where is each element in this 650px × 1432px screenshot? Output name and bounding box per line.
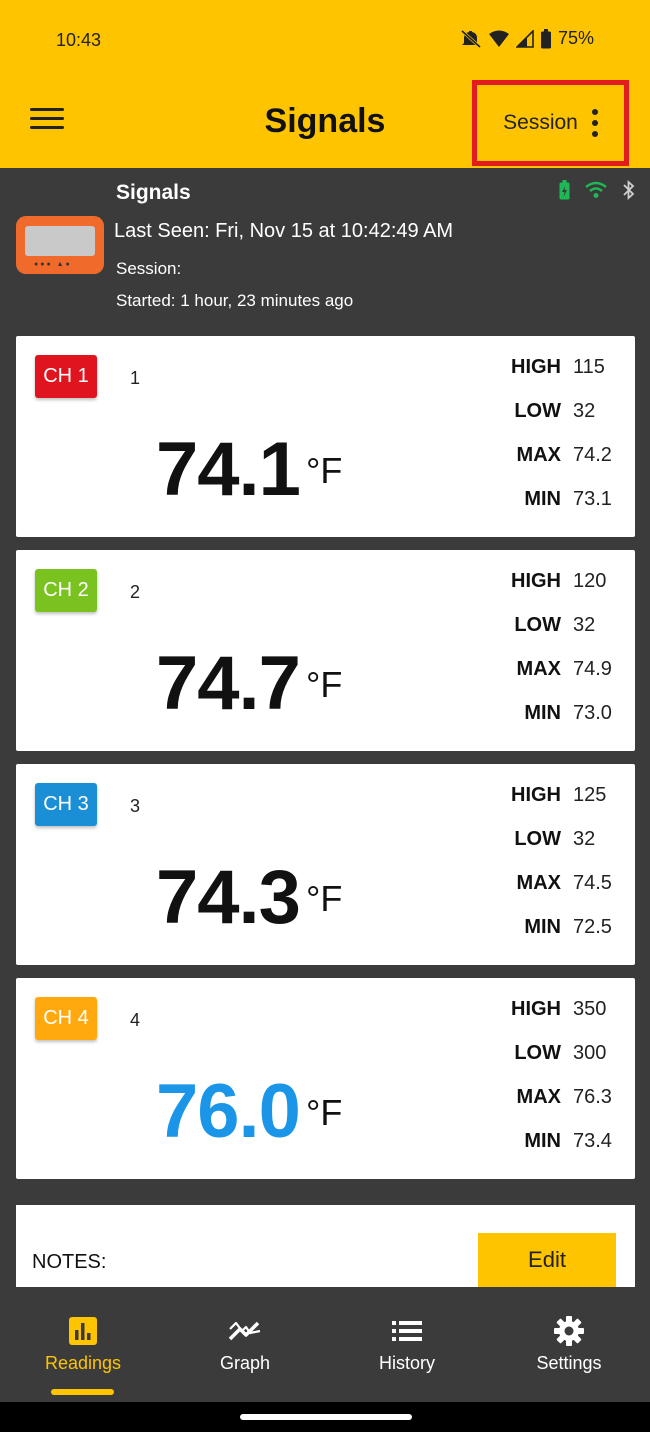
max-label: MAX (516, 658, 561, 680)
bottom-navigation: Readings Graph History Settings (0, 1287, 650, 1402)
nav-graph[interactable]: Graph (180, 1313, 310, 1374)
nav-readings-label: Readings (44, 1353, 122, 1373)
low-label: LOW (514, 614, 561, 636)
low-value: 32 (573, 614, 596, 636)
min-value: 73.0 (573, 702, 612, 724)
list-icon (392, 1321, 422, 1341)
connection-icons (559, 180, 636, 200)
battery-charging-icon (559, 180, 570, 200)
channel-badge: CH 4 (35, 997, 97, 1040)
signal-icon (515, 29, 534, 48)
active-tab-indicator (51, 1389, 114, 1395)
high-label: HIGH (511, 356, 561, 378)
session-started: Started: 1 hour, 23 minutes ago (116, 291, 354, 310)
channel-name: 1 (130, 368, 141, 388)
channel-badge: CH 2 (35, 569, 97, 612)
high-value: 125 (573, 784, 607, 806)
min-value: 73.1 (573, 488, 612, 510)
channel-name: 4 (130, 1010, 141, 1030)
channel-card-2[interactable]: CH 2 2 74.7 °F HIGH 120 LOW 32 MAX 74.9 MIN… (16, 550, 635, 751)
bluetooth-icon (623, 180, 635, 200)
max-label: MAX (516, 444, 561, 466)
high-value: 115 (573, 356, 605, 378)
max-label: MAX (516, 1086, 561, 1108)
channel-card-3[interactable]: CH 3 3 74.3 °F HIGH 125 LOW 32 MAX 74.5 MIN… (16, 764, 635, 965)
session-button-label: Session (503, 111, 578, 134)
more-options-icon (591, 109, 598, 137)
nav-history-label: History (378, 1353, 435, 1373)
min-label: MIN (524, 488, 561, 510)
device-image: ●●● ▲● (16, 216, 104, 274)
home-handle[interactable] (240, 1414, 412, 1420)
high-value: 350 (573, 998, 607, 1020)
max-label: MAX (516, 872, 561, 894)
low-value: 32 (573, 828, 596, 850)
wifi-icon (585, 181, 607, 198)
low-label: LOW (514, 828, 561, 850)
wifi-icon (488, 30, 509, 47)
temperature-reading: 76.0 (156, 1069, 301, 1154)
status-time: 10:43 (56, 30, 102, 50)
temperature-reading: 74.3 (156, 855, 301, 940)
gear-icon (554, 1316, 584, 1346)
low-label: LOW (514, 400, 561, 422)
max-value: 74.2 (573, 444, 612, 466)
min-value: 73.4 (573, 1130, 612, 1152)
max-value: 74.5 (573, 872, 612, 894)
high-label: HIGH (511, 570, 561, 592)
temperature-unit: °F (306, 1092, 343, 1133)
high-label: HIGH (511, 998, 561, 1020)
edit-notes-button[interactable]: Edit (478, 1233, 616, 1287)
temperature-unit: °F (306, 664, 343, 705)
nav-history[interactable]: History (342, 1313, 472, 1374)
channel-stats: HIGH 350 LOW 300 MAX 76.3 MIN 73.4 (481, 998, 621, 1174)
system-navigation-bar (0, 1402, 650, 1432)
high-value: 120 (573, 570, 607, 592)
low-label: LOW (514, 1042, 561, 1064)
status-bar: 10:43 75% (0, 0, 650, 78)
min-value: 72.5 (573, 916, 612, 938)
notes-panel: NOTES: Edit (16, 1205, 635, 1287)
notes-label: NOTES: (32, 1251, 107, 1273)
channel-stats: HIGH 125 LOW 32 MAX 74.5 MIN 72.5 (481, 784, 621, 960)
last-seen: Last Seen: Fri, Nov 15 at 10:42:49 AM (114, 220, 454, 242)
low-value: 300 (573, 1042, 607, 1064)
high-label: HIGH (511, 784, 561, 806)
nav-readings[interactable]: Readings (18, 1313, 148, 1374)
app-bar: Signals Session (0, 78, 650, 168)
status-icons: 75% (460, 28, 594, 49)
session-label: Session: (116, 259, 182, 278)
nav-settings[interactable]: Settings (504, 1313, 634, 1374)
max-value: 76.3 (573, 1086, 612, 1108)
low-value: 32 (573, 400, 596, 422)
temperature-unit: °F (306, 450, 343, 491)
nav-graph-label: Graph (219, 1353, 271, 1373)
channel-stats: HIGH 120 LOW 32 MAX 74.9 MIN 73.0 (481, 570, 621, 746)
battery-icon (540, 28, 551, 48)
bar-chart-icon (69, 1317, 97, 1345)
temperature-reading: 74.1 (156, 427, 301, 512)
channel-card-4[interactable]: CH 4 4 76.0 °F HIGH 350 LOW 300 MAX 76.3 MI… (16, 978, 635, 1179)
channel-card-1[interactable]: CH 1 1 74.1 °F HIGH 115 LOW 32 MAX 74.2 MIN… (16, 336, 635, 537)
trend-icon (228, 1321, 261, 1341)
session-button[interactable]: Session (472, 80, 629, 166)
battery-percent: 75% (557, 28, 594, 48)
max-value: 74.9 (573, 658, 612, 680)
min-label: MIN (524, 702, 561, 724)
channel-stats: HIGH 115 LOW 32 MAX 74.2 MIN 73.1 (481, 356, 621, 532)
channel-badge: CH 1 (35, 355, 97, 398)
device-name: Signals (116, 181, 191, 204)
temperature-reading: 74.7 (156, 641, 301, 726)
min-label: MIN (524, 1130, 561, 1152)
channel-name: 2 (130, 582, 141, 602)
device-info: ●●● ▲● Signals Last Seen: Fri, Nov 15 at… (0, 168, 650, 328)
channel-name: 3 (130, 796, 141, 816)
min-label: MIN (524, 916, 561, 938)
nav-settings-label: Settings (536, 1353, 602, 1373)
mute-icon (460, 29, 481, 48)
channel-badge: CH 3 (35, 783, 97, 826)
temperature-unit: °F (306, 878, 343, 919)
